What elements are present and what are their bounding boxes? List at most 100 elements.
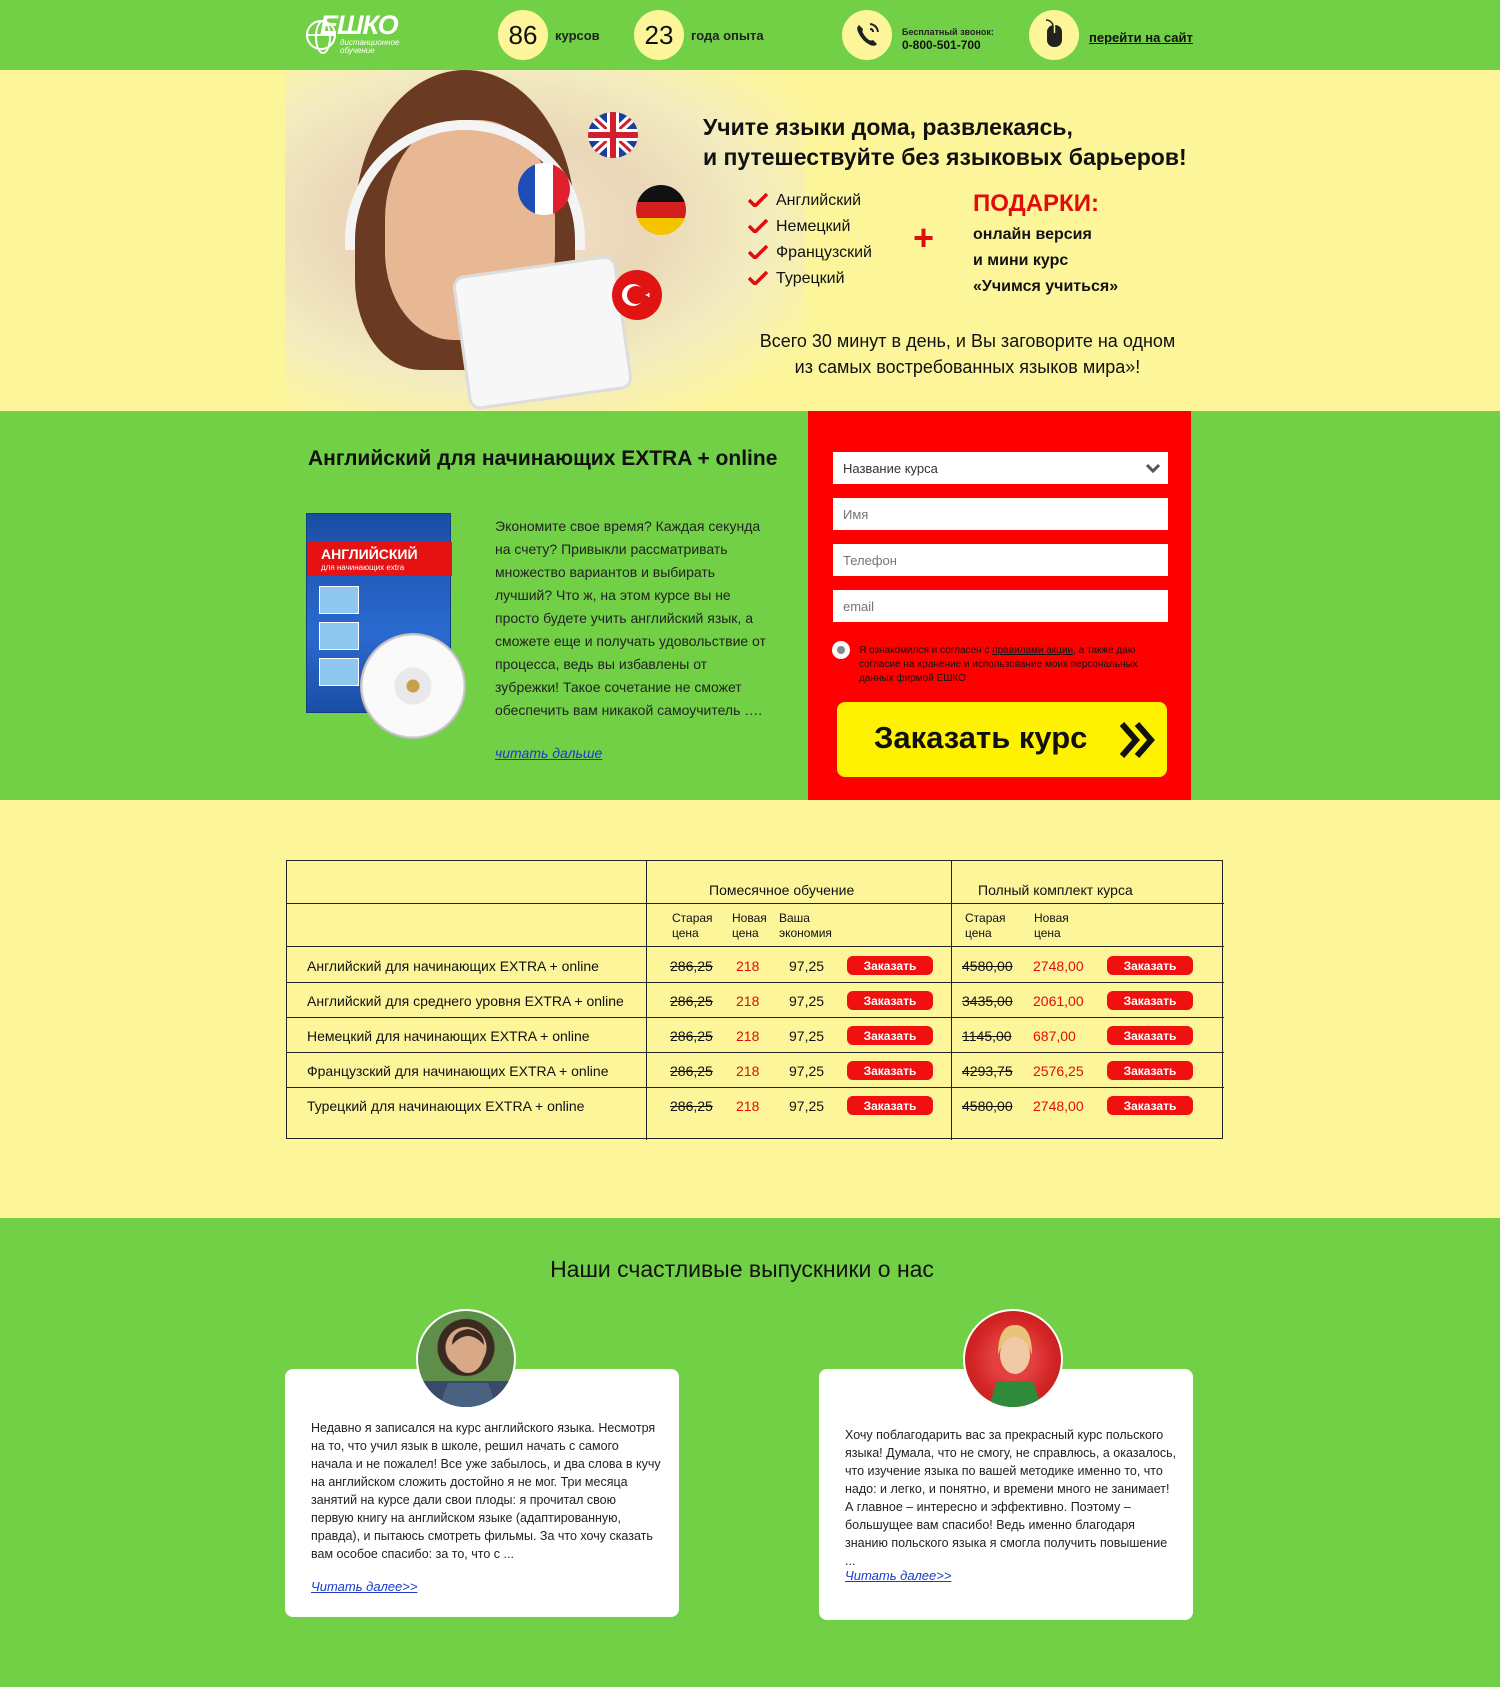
header-savings-line1: Ваша	[779, 911, 810, 925]
turkey-flag-icon	[612, 270, 662, 320]
header: ЕШКО дистанционное обучение 86 курсов 23…	[0, 0, 1500, 70]
monthly-savings: 97,25	[789, 958, 825, 974]
consent-radio[interactable]	[832, 641, 850, 659]
logo[interactable]: ЕШКО дистанционное обучение	[306, 10, 401, 55]
book-band: АНГЛИЙСКИЙ для начинающих extra	[307, 542, 452, 576]
table-row: Немецкий для начинающих EXTRA + online 28…	[287, 1018, 1224, 1053]
email-input[interactable]	[833, 590, 1168, 622]
course-select[interactable]: Название курса	[833, 452, 1168, 484]
call-title: Бесплатный звонок:	[902, 27, 994, 37]
plus-sign: +	[913, 217, 935, 258]
hero: Учите языки дома, развлекаясь, и путешес…	[0, 70, 1500, 411]
offer-section: Английский для начинающих EXTRA + online…	[0, 411, 1500, 800]
review-read-more-link[interactable]: Читать далее>>	[845, 1568, 951, 1583]
gifts-line: «Учимся учиться»	[973, 278, 1119, 295]
header-savings: Ваша экономия	[779, 911, 832, 941]
order-full-button[interactable]: Заказать	[1107, 991, 1193, 1010]
monthly-old-price: 286,25	[670, 1028, 713, 1044]
course-name: Английский для начинающих EXTRA + online	[307, 958, 599, 974]
review-read-more-link[interactable]: Читать далее>>	[311, 1579, 417, 1594]
full-old-price: 4580,00	[962, 958, 1013, 974]
order-monthly-button[interactable]: Заказать	[847, 1026, 933, 1045]
avatar	[963, 1309, 1063, 1409]
checkmark-icon	[748, 271, 768, 285]
order-form: Название курса Я ознакомился и согласен …	[808, 411, 1191, 800]
full-new-price: 687,00	[1033, 1028, 1076, 1044]
name-input[interactable]	[833, 498, 1168, 530]
gifts-line: онлайн версия	[973, 226, 1092, 243]
germany-flag-icon	[636, 185, 686, 235]
language-list: Английский Немецкий Французский Турецкий	[748, 188, 872, 292]
gifts-line: и мини курс	[973, 252, 1069, 269]
order-full-button[interactable]: Заказать	[1107, 1096, 1193, 1115]
book-title: АНГЛИЙСКИЙ	[321, 546, 418, 562]
header-new-price-full: Новая цена	[1034, 911, 1069, 941]
cd-disc-icon	[360, 633, 466, 739]
book-photo	[319, 658, 359, 686]
language-label: Английский	[776, 192, 862, 209]
language-label: Немецкий	[776, 218, 851, 235]
order-full-button[interactable]: Заказать	[1107, 1026, 1193, 1045]
course-name: Немецкий для начинающих EXTRA + online	[307, 1028, 590, 1044]
full-old-price: 4293,75	[962, 1063, 1013, 1079]
table-row: Турецкий для начинающих EXTRA + online 28…	[287, 1088, 1224, 1123]
header-old-price-full: Старая цена	[965, 911, 1006, 941]
language-item: Французский	[748, 240, 872, 266]
hero-title: Учите языки дома, развлекаясь, и путешес…	[703, 112, 1187, 172]
table-row: Французский для начинающих EXTRA + onlin…	[287, 1053, 1224, 1088]
order-course-button[interactable]: Заказать курс	[837, 702, 1167, 777]
full-new-price: 2748,00	[1033, 1098, 1084, 1114]
hero-subtitle-line2: из самых востребованных языков мира»!	[794, 357, 1141, 377]
read-more-link[interactable]: читать дальше	[495, 745, 602, 761]
phone-icon	[842, 10, 892, 60]
monthly-new-price: 218	[736, 1098, 760, 1114]
pricing-section: Помесячное обучение Полный комплект курс…	[0, 800, 1500, 1218]
monthly-new-price: 218	[736, 1063, 760, 1079]
monthly-old-price: 286,25	[670, 958, 713, 974]
order-monthly-button[interactable]: Заказать	[847, 956, 933, 975]
consent-text: Я ознакомился и согласен с правилами акц…	[859, 644, 1171, 686]
double-chevron-right-icon	[1119, 722, 1155, 758]
full-new-price: 2748,00	[1033, 958, 1084, 974]
mouse-icon	[1029, 10, 1079, 60]
checkmark-icon	[748, 245, 768, 259]
monthly-savings: 97,25	[789, 993, 825, 1009]
header-old-price-line1: Старая	[672, 911, 713, 925]
book-subtitle: для начинающих extra	[321, 563, 405, 572]
order-monthly-button[interactable]: Заказать	[847, 991, 933, 1010]
checkmark-icon	[748, 219, 768, 233]
language-label: Турецкий	[776, 270, 845, 287]
monthly-savings: 97,25	[789, 1028, 825, 1044]
header-new-price-line1: Новая	[732, 911, 767, 925]
order-monthly-button[interactable]: Заказать	[847, 1061, 933, 1080]
language-item: Турецкий	[748, 266, 872, 292]
hero-subtitle: Всего 30 минут в день, и Вы заговорите н…	[745, 328, 1190, 380]
review-text: Хочу поблагодарить вас за прекрасный кур…	[845, 1428, 1177, 1568]
phone-input[interactable]	[833, 544, 1168, 576]
course-name: Французский для начинающих EXTRA + onlin…	[307, 1063, 609, 1079]
consent-part1: Я ознакомился и согласен с	[859, 645, 993, 656]
full-old-price: 1145,00	[962, 1028, 1012, 1044]
reviews-section: Наши счастливые выпускники о нас Недавно…	[0, 1218, 1500, 1687]
book-photo	[319, 622, 359, 650]
france-flag-icon	[518, 163, 570, 215]
go-to-site-link[interactable]: перейти на сайт	[1089, 30, 1193, 45]
chevron-down-icon	[1146, 463, 1160, 474]
logo-subtitle: дистанционное обучение	[340, 38, 400, 55]
reviews-title: Наши счастливые выпускники о нас	[550, 1256, 934, 1282]
monthly-old-price: 286,25	[670, 993, 713, 1009]
order-full-button[interactable]: Заказать	[1107, 956, 1193, 975]
language-label: Французский	[776, 244, 872, 261]
offer-description: Экономите свое время? Каждая секунда на …	[495, 518, 766, 718]
rules-link[interactable]: правилами акции	[992, 645, 1073, 656]
years-label: года опыта	[691, 28, 764, 43]
order-monthly-button[interactable]: Заказать	[847, 1096, 933, 1115]
courses-count: 86	[498, 10, 548, 60]
price-table: Помесячное обучение Полный комплект курс…	[286, 860, 1224, 1140]
monthly-old-price: 286,25	[670, 1063, 713, 1079]
order-full-button[interactable]: Заказать	[1107, 1061, 1193, 1080]
full-old-price: 3435,00	[962, 993, 1013, 1009]
call-phone[interactable]: 0-800-501-700	[902, 38, 981, 52]
order-course-label: Заказать курс	[874, 720, 1088, 755]
course-name: Английский для среднего уровня EXTRA + o…	[307, 993, 624, 1009]
